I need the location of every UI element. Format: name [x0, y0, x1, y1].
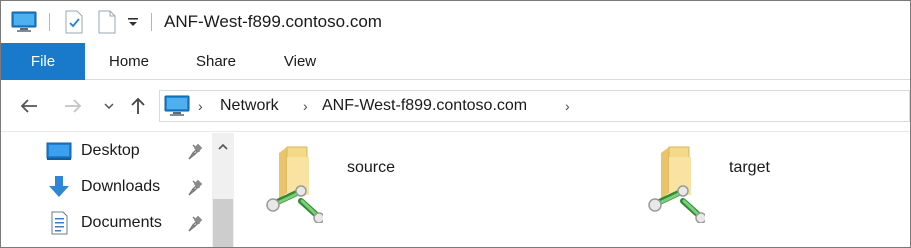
documents-icon — [51, 211, 68, 235]
navigation-bar: › Network › ANF-West-f899.contoso.com › — [1, 80, 910, 132]
breadcrumb-chevron-icon[interactable]: › — [198, 91, 203, 121]
sidebar-item-desktop[interactable]: Desktop — [45, 135, 140, 167]
chevron-down-icon — [104, 103, 114, 110]
desktop-icon — [46, 142, 72, 160]
forward-button[interactable] — [59, 90, 87, 122]
downloads-icon — [49, 176, 69, 197]
list-item[interactable]: target — [647, 139, 807, 229]
ribbon-tabs: File Home Share View — [1, 43, 910, 80]
pin-icon[interactable] — [187, 143, 205, 161]
breadcrumb-server[interactable]: ANF-West-f899.contoso.com — [322, 91, 527, 121]
tab-home[interactable]: Home — [95, 43, 163, 80]
new-folder-icon[interactable] — [97, 1, 117, 43]
breadcrumb-chevron-icon[interactable]: › — [303, 91, 308, 121]
tab-view[interactable]: View — [269, 43, 331, 80]
breadcrumb-network[interactable]: Network — [220, 91, 279, 121]
up-button[interactable] — [125, 90, 151, 122]
list-item[interactable]: source — [265, 139, 425, 229]
breadcrumb-chevron-icon[interactable]: › — [565, 91, 570, 121]
nav-pane-scrollbar[interactable] — [212, 133, 234, 247]
arrow-up-icon — [131, 97, 145, 114]
sidebar-item-label: Documents — [81, 214, 162, 231]
explorer-window: ANF-West-f899.contoso.com File Home Shar… — [0, 0, 911, 248]
network-share-folder-icon — [648, 146, 705, 223]
sidebar-item-documents[interactable]: Documents — [45, 207, 162, 239]
pin-icon[interactable] — [187, 215, 205, 233]
computer-icon[interactable] — [11, 1, 37, 43]
network-share-folder-icon — [266, 146, 323, 223]
tab-share[interactable]: Share — [181, 43, 251, 80]
address-bar[interactable]: › Network › ANF-West-f899.contoso.com › — [159, 90, 910, 122]
item-label: target — [729, 159, 770, 176]
window-title: ANF-West-f899.contoso.com — [164, 12, 382, 31]
toolbar-separator — [49, 13, 50, 31]
recent-locations-button[interactable] — [100, 90, 118, 122]
item-label: source — [347, 159, 396, 176]
computer-icon — [164, 91, 190, 121]
chevron-up-icon — [218, 143, 228, 150]
scroll-up-button[interactable] — [212, 137, 234, 157]
sidebar-item-label: Desktop — [81, 142, 140, 159]
arrow-left-icon — [20, 99, 37, 113]
toolbar-separator — [151, 13, 152, 31]
scroll-thumb[interactable] — [213, 199, 233, 247]
navigation-pane: Desktop Downloads Documents — [1, 133, 237, 247]
tab-file[interactable]: File — [1, 43, 85, 80]
pin-icon[interactable] — [187, 179, 205, 197]
sidebar-item-downloads[interactable]: Downloads — [45, 171, 160, 203]
arrow-right-icon — [65, 99, 82, 113]
sidebar-item-label: Downloads — [81, 178, 161, 195]
back-button[interactable] — [15, 90, 43, 122]
customize-dropdown-icon[interactable] — [127, 1, 139, 43]
title-bar: ANF-West-f899.contoso.com — [1, 1, 910, 43]
properties-icon[interactable] — [64, 1, 84, 43]
file-list: source target — [237, 133, 910, 247]
